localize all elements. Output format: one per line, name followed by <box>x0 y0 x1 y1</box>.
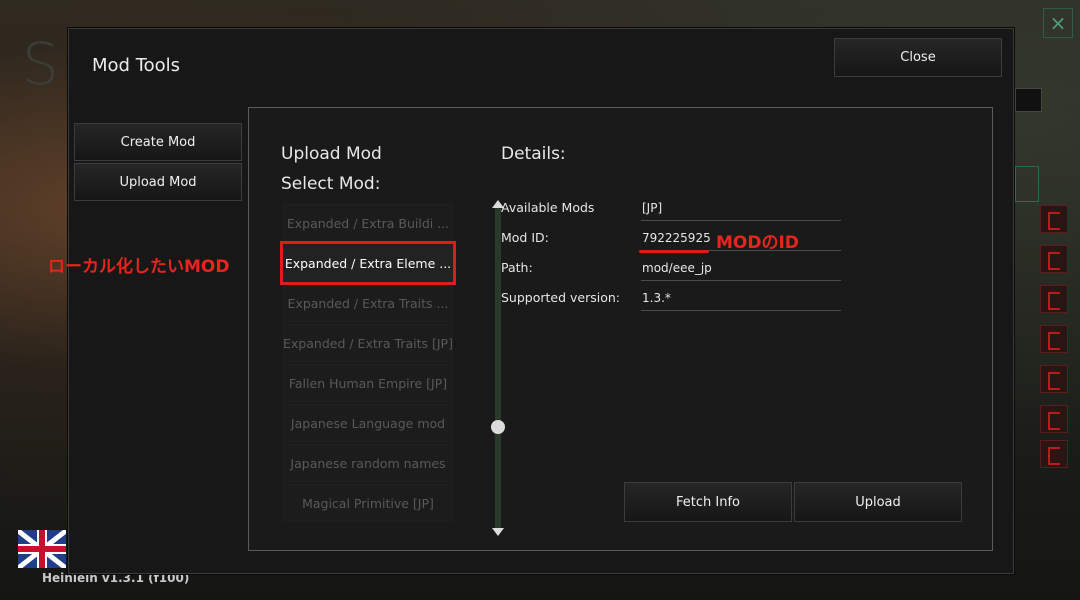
details-scrollbar[interactable] <box>495 206 501 532</box>
annotation-local-mod: ローカル化したいMOD <box>48 257 230 277</box>
background-slot-icon <box>1040 245 1068 273</box>
close-button[interactable]: Close <box>834 38 1002 77</box>
mod-list-item[interactable]: Magical Primitive [JP] <box>283 484 453 522</box>
upload-panel: Upload Mod Select Mod: Details: Expanded… <box>248 107 993 551</box>
background-green-frame <box>1015 166 1039 202</box>
uk-flag-icon[interactable] <box>18 530 66 568</box>
details-title: Details: <box>501 144 566 164</box>
scroll-thumb[interactable] <box>491 420 505 434</box>
background-logo-letter: S <box>22 30 59 98</box>
background-field <box>1015 88 1042 112</box>
mod-list-item[interactable]: Japanese random names <box>283 444 453 482</box>
dialog-title: Mod Tools <box>92 55 181 76</box>
background-slot-icon <box>1040 325 1068 353</box>
mod-list-item[interactable]: Expanded / Extra Buildi ... <box>283 204 453 242</box>
mod-list-item-selected[interactable]: Expanded / Extra Eleme ... <box>280 241 456 285</box>
scroll-down-icon[interactable] <box>492 528 504 536</box>
fetch-info-button[interactable]: Fetch Info <box>624 482 792 522</box>
upload-title: Upload Mod <box>281 144 382 164</box>
mod-list-item[interactable]: Expanded / Extra Traits [JP] <box>283 324 453 362</box>
path-label: Path: <box>501 260 533 275</box>
select-mod-label: Select Mod: <box>281 174 381 194</box>
mod-id-label: Mod ID: <box>501 230 549 245</box>
background-slot-icon <box>1040 440 1068 468</box>
supported-version-value: 1.3.* <box>641 291 841 311</box>
background-close-icon[interactable]: × <box>1043 8 1073 38</box>
background-slot-icon <box>1040 405 1068 433</box>
background-slot-icon <box>1040 365 1068 393</box>
mod-list-item[interactable]: Fallen Human Empire [JP] <box>283 364 453 402</box>
supported-version-label: Supported version: <box>501 290 621 305</box>
mod-tools-dialog: Mod Tools Close Create Mod Upload Mod Up… <box>68 28 1014 574</box>
annotation-mod-id: MODのID <box>716 233 799 253</box>
upload-mod-nav-button[interactable]: Upload Mod <box>74 163 242 201</box>
mod-list-item[interactable]: Expanded / Extra Traits ... <box>283 284 453 322</box>
path-value: mod/eee_jp <box>641 261 841 281</box>
upload-button[interactable]: Upload <box>794 482 962 522</box>
available-mods-label: Available Mods <box>501 200 595 215</box>
mod-id-annotation-underline <box>639 250 709 253</box>
available-mods-value: [JP] <box>641 201 841 221</box>
background-slot-icon <box>1040 285 1068 313</box>
mod-list-item[interactable]: Japanese Language mod <box>283 404 453 442</box>
mod-list: Expanded / Extra Buildi ... Expanded / E… <box>280 204 456 524</box>
create-mod-button[interactable]: Create Mod <box>74 123 242 161</box>
background-slot-icon <box>1040 205 1068 233</box>
